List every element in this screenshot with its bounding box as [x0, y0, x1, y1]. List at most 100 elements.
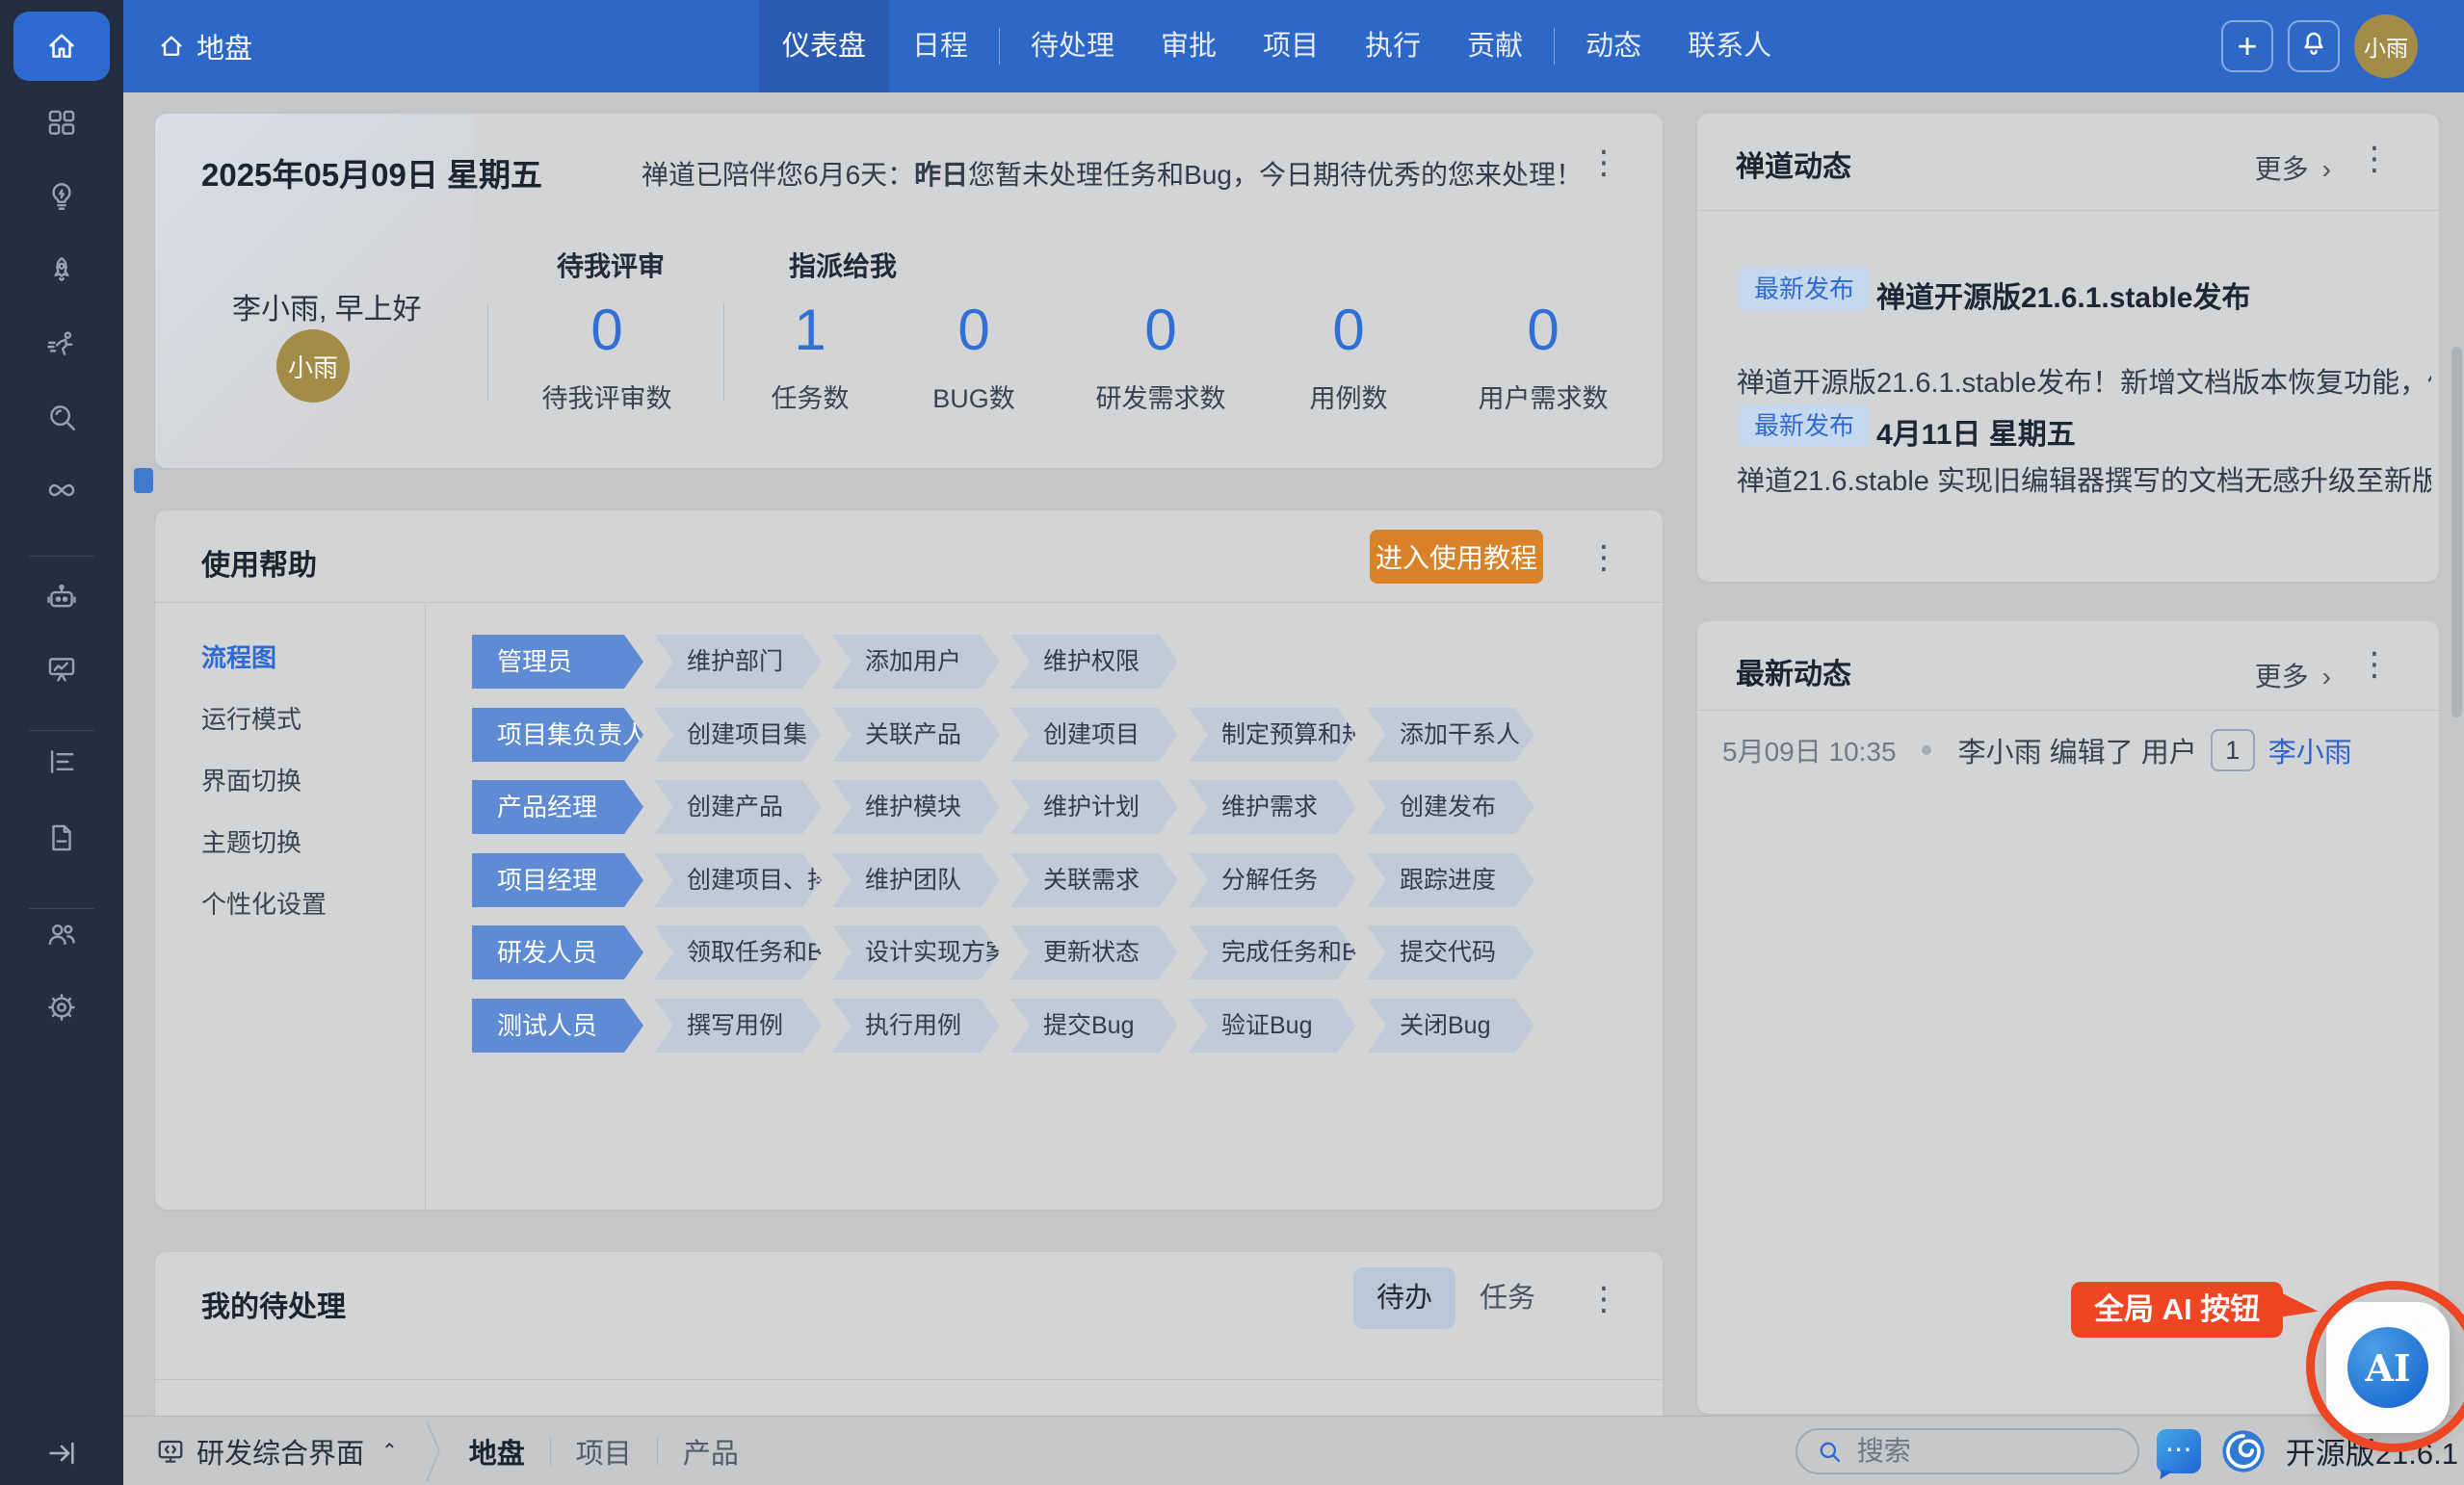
news-item-title[interactable]: 禅道开源版21.6.1.stable发布	[1876, 274, 2250, 316]
execution-runner-icon[interactable]	[45, 328, 78, 361]
tab-approval[interactable]: 审批	[1138, 0, 1240, 92]
space-switcher[interactable]: 地盘	[158, 0, 252, 92]
object-link[interactable]: 李小雨	[2268, 730, 2352, 770]
qa-magnifier-icon[interactable]	[45, 401, 78, 433]
stat-cases[interactable]: 0 用例数	[1252, 299, 1445, 415]
product-lightbulb-icon[interactable]	[45, 180, 78, 213]
sidebar-divider	[29, 908, 94, 909]
dashboard-grid-icon[interactable]	[45, 107, 78, 140]
user-avatar[interactable]: 小雨	[2354, 14, 2418, 78]
tab-todo[interactable]: 待办	[1353, 1267, 1455, 1329]
stat-label: 用例数	[1252, 378, 1445, 415]
feedback-chat-button[interactable]: ⋯	[2157, 1429, 2201, 1473]
scrollbar-thumb[interactable]	[2451, 347, 2462, 717]
help-card-menu[interactable]: ⋮	[1587, 541, 1620, 574]
app-switcher[interactable]: 研发综合界面 ⌃	[156, 1431, 398, 1472]
flow-row-tester: 测试人员 撰写用例 执行用例 提交Bug 验证Bug 关闭Bug	[472, 999, 1534, 1053]
admin-users-icon[interactable]	[45, 918, 78, 951]
flow-row-project-manager: 项目经理 创建项目、排期 维护团队 关联需求 分解任务 跟踪进度	[472, 853, 1534, 907]
stat-value: 0	[1252, 299, 1445, 362]
step-chip: 维护权限	[1010, 635, 1178, 689]
tab-calendar[interactable]: 日程	[889, 0, 991, 92]
stat-bugs[interactable]: 0 BUG数	[878, 299, 1070, 415]
tab-dynamics[interactable]: 动态	[1562, 0, 1665, 92]
welcome-card-menu[interactable]: ⋮	[1587, 146, 1620, 179]
stat-review[interactable]: 0 待我评审数	[511, 299, 703, 415]
breadcrumb-separator-icon	[425, 1420, 442, 1483]
home-icon	[158, 33, 185, 60]
tutorial-button[interactable]: 进入使用教程	[1370, 530, 1543, 584]
monitor-code-icon	[156, 1437, 185, 1466]
bi-board-icon[interactable]	[45, 653, 78, 686]
step-chip: 提交Bug	[1010, 999, 1178, 1053]
step-chip: 维护需求	[1189, 780, 1356, 834]
collapse-sidebar-button[interactable]	[45, 1437, 78, 1470]
tab-dashboard[interactable]: 仪表盘	[759, 0, 889, 92]
pending-card-menu[interactable]: ⋮	[1587, 1283, 1620, 1316]
menu-personalization[interactable]: 个性化设置	[201, 885, 327, 921]
annotation-tooltip: 全局 AI 按钮	[2071, 1282, 2283, 1338]
today-date: 2025年05月09日 星期五	[201, 149, 542, 195]
news-badge: 最新发布	[1739, 268, 1870, 310]
flow-row-admin: 管理员 维护部门 添加用户 维护权限	[472, 635, 1178, 689]
stat-value: 0	[511, 299, 703, 362]
document-icon[interactable]	[45, 821, 78, 854]
menu-ui-switch[interactable]: 界面切换	[201, 762, 301, 797]
breadcrumb-divider	[657, 1437, 658, 1466]
step-chip: 跟踪进度	[1367, 853, 1534, 907]
tab-project[interactable]: 项目	[1240, 0, 1342, 92]
news-card-menu[interactable]: ⋮	[2358, 143, 2391, 175]
timeline-dot-icon	[1922, 745, 1931, 755]
main-tabs: 仪表盘 日程 待处理 审批 项目 执行 贡献 动态 联系人	[759, 0, 1795, 92]
step-chip: 提交代码	[1367, 925, 1534, 979]
step-chip: 创建项目集	[654, 708, 822, 762]
devops-infinity-icon[interactable]	[45, 474, 78, 507]
settings-gear-icon[interactable]	[45, 991, 78, 1024]
help-menu: 流程图 运行模式 界面切换 主题切换 个性化设置	[155, 602, 426, 1210]
tab-execution[interactable]: 执行	[1342, 0, 1444, 92]
home-button[interactable]	[13, 12, 110, 81]
stat-label: 用户需求数	[1447, 378, 1639, 415]
tab-divider	[999, 28, 1000, 65]
create-button[interactable]: +	[2221, 20, 2273, 72]
latest-card-menu[interactable]: ⋮	[2358, 648, 2391, 681]
step-chip: 维护模块	[832, 780, 1000, 834]
notifications-button[interactable]	[2288, 20, 2340, 72]
repo-list-icon[interactable]	[45, 745, 78, 778]
menu-theme-switch[interactable]: 主题切换	[201, 823, 301, 859]
news-more-link[interactable]: 更多›	[2255, 148, 2331, 187]
news-card-title: 禅道动态	[1736, 143, 1851, 185]
step-chip: 维护团队	[832, 853, 1000, 907]
tab-contacts[interactable]: 联系人	[1665, 0, 1795, 92]
tab-contribution[interactable]: 贡献	[1444, 0, 1546, 92]
project-rocket-icon[interactable]	[45, 254, 78, 287]
stat-user-stories[interactable]: 0 用户需求数	[1447, 299, 1639, 415]
latest-more-link[interactable]: 更多›	[2255, 656, 2331, 694]
tab-task[interactable]: 任务	[1480, 1267, 1535, 1329]
welcome-message-bold: 昨日	[914, 160, 968, 190]
breadcrumb-product[interactable]: 产品	[683, 1431, 739, 1472]
breadcrumb-project[interactable]: 项目	[576, 1431, 632, 1472]
news-item-desc[interactable]: 禅道开源版21.6.1.stable发布！新增文档版本恢复功能，修复	[1737, 360, 2431, 401]
news-badge: 最新发布	[1739, 404, 1870, 447]
search-input[interactable]	[1855, 1435, 2100, 1468]
menu-run-mode[interactable]: 运行模式	[201, 700, 301, 736]
sidebar-divider	[29, 556, 94, 557]
breadcrumb-space[interactable]: 地盘	[469, 1431, 525, 1472]
tab-pending[interactable]: 待处理	[1008, 0, 1138, 92]
news-item-title[interactable]: 4月11日 星期五	[1876, 410, 2076, 453]
stat-dev-stories[interactable]: 0 研发需求数	[1064, 299, 1257, 415]
stat-label: 研发需求数	[1064, 378, 1257, 415]
news-item-desc[interactable]: 禅道21.6.stable 实现旧编辑器撰写的文档无感升级至新版编辑器	[1737, 458, 2431, 499]
welcome-card: 2025年05月09日 星期五 禅道已陪伴您6月6天：昨日您暂未处理任务和Bug…	[155, 114, 1663, 468]
step-chip: 撰写用例	[654, 999, 822, 1053]
step-chip: 完成任务和Bug	[1189, 925, 1356, 979]
menu-flowchart[interactable]: 流程图	[201, 638, 276, 674]
ai-robot-icon[interactable]	[45, 581, 78, 613]
top-navbar: 地盘 仪表盘 日程 待处理 审批 项目 执行 贡献 动态 联系人 + 小雨	[123, 0, 2464, 92]
step-chip: 关联需求	[1010, 853, 1178, 907]
welcome-message-rest: 您暂未处理任务和Bug，今日期待优秀的您来处理！	[968, 160, 1583, 190]
user-greeting: 李小雨, 早上好	[232, 285, 422, 327]
step-chip: 维护部门	[654, 635, 822, 689]
search-box[interactable]	[1796, 1428, 2139, 1474]
